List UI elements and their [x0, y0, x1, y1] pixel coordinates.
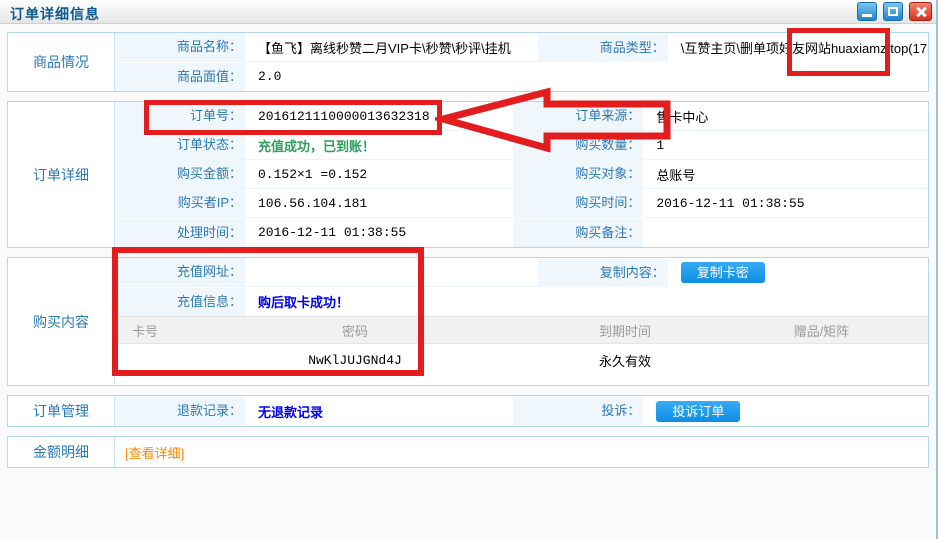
recharge-url-label: 充值网址：: [115, 258, 245, 286]
row-product-face-value: 商品面值： 2.0: [115, 62, 538, 91]
row-purchase-quantity: 购买数量： 1: [513, 131, 928, 160]
row-purchase-amount: 购买金额： 0.152×1 =0.152: [115, 160, 513, 189]
row-amount-detail: [查看详细]: [115, 437, 928, 467]
close-button[interactable]: [909, 2, 932, 21]
card-expiry-cell: 永久有效: [535, 351, 715, 370]
col-header-gift: 赠品/矩阵: [715, 321, 928, 340]
purchase-quantity-label: 购买数量：: [513, 131, 643, 159]
section-amount-detail: 金额明细 [查看详细]: [7, 436, 929, 468]
row-purchase-time: 购买时间： 2016-12-11 01:38:55: [513, 189, 928, 218]
purchase-target-label: 购买对象：: [513, 160, 643, 188]
row-purchase-remark: 购买备注：: [513, 218, 928, 247]
section-label-order: 订单详细: [8, 102, 115, 247]
product-type-label: 商品类型：: [538, 34, 668, 62]
row-copy-content: 复制内容： 复制卡密: [538, 258, 928, 287]
product-face-label: 商品面值：: [115, 63, 245, 91]
card-table-row: NwKlJUJGNd4J 永久有效: [115, 344, 928, 377]
col-header-card-number: 卡号: [115, 321, 175, 340]
order-status-value: 充值成功，已到账！: [245, 136, 375, 155]
refund-record-label: 退款记录：: [115, 397, 245, 425]
recharge-info-label: 充值信息：: [115, 288, 245, 316]
recharge-info-value: 购后取卡成功！: [245, 292, 349, 311]
product-face-value: 2.0: [245, 69, 281, 84]
section-label-purchase: 购买内容: [8, 258, 115, 385]
card-table: 卡号 密码 到期时间 赠品/矩阵 NwKlJUJGNd4J 永久有效: [115, 316, 928, 385]
card-password-cell: NwKlJUJGNd4J: [175, 353, 535, 368]
close-icon: [915, 6, 927, 18]
section-label-product: 商品情况: [8, 33, 115, 91]
section-order-manage: 订单管理 退款记录： 无退款记录 投诉： 投诉订单: [7, 395, 929, 427]
row-purchase-target: 购买对象： 总账号: [513, 160, 928, 189]
title-bar: 订单详细信息: [0, 0, 936, 24]
row-product-name: 商品名称： 【鱼飞】离线秒赞二月VIP卡\秒赞\秒评\挂机: [115, 33, 538, 62]
window-controls: [857, 2, 932, 21]
minimize-button[interactable]: [857, 2, 877, 21]
section-label-amount: 金额明细: [8, 437, 115, 467]
card-table-header: 卡号 密码 到期时间 赠品/矩阵: [115, 316, 928, 344]
row-order-number: 订单号： 2016121110000013632318: [115, 102, 513, 131]
order-number-label: 订单号：: [115, 102, 245, 130]
product-type-value: \互赞主页\删单项好友网站huaxiamz.top(17517: [668, 38, 928, 57]
row-process-time: 处理时间： 2016-12-11 01:38:55: [115, 218, 513, 247]
purchase-amount-label: 购买金额：: [115, 160, 245, 188]
product-name-value: 【鱼飞】离线秒赞二月VIP卡\秒赞\秒评\挂机: [245, 38, 511, 57]
complain-order-button[interactable]: 投诉订单: [656, 401, 740, 422]
section-product-info: 商品情况 商品名称： 【鱼飞】离线秒赞二月VIP卡\秒赞\秒评\挂机 商品面值：…: [7, 32, 929, 92]
purchase-remark-label: 购买备注：: [513, 219, 643, 247]
purchase-time-value: 2016-12-11 01:38:55: [643, 196, 804, 211]
copy-content-label: 复制内容：: [538, 259, 668, 287]
row-complaint: 投诉： 投诉订单: [513, 396, 928, 426]
purchase-target-value: 总账号: [643, 165, 695, 184]
content-area: 商品情况 商品名称： 【鱼飞】离线秒赞二月VIP卡\秒赞\秒评\挂机 商品面值：…: [0, 24, 936, 468]
row-recharge-info: 充值信息： 购后取卡成功！: [115, 287, 538, 316]
row-refund-record: 退款记录： 无退款记录: [115, 396, 513, 426]
view-detail-link[interactable]: [查看详细]: [115, 443, 184, 462]
order-number-value: 2016121110000013632318: [245, 109, 430, 124]
section-label-manage: 订单管理: [8, 396, 115, 426]
buyer-ip-label: 购买者IP：: [115, 189, 245, 217]
order-source-value: 售卡中心: [643, 107, 708, 126]
process-time-value: 2016-12-11 01:38:55: [245, 225, 406, 240]
purchase-amount-value: 0.152×1 =0.152: [245, 167, 367, 182]
row-recharge-url: 充值网址：: [115, 258, 538, 287]
col-header-expiry: 到期时间: [535, 321, 715, 340]
row-order-status: 订单状态： 充值成功，已到账！: [115, 131, 513, 160]
section-order-detail: 订单详细 订单号： 2016121110000013632318 订单状态： 充…: [7, 101, 929, 248]
refund-record-value: 无退款记录: [245, 402, 323, 421]
process-time-label: 处理时间：: [115, 219, 245, 247]
purchase-quantity-value: 1: [643, 138, 664, 153]
order-detail-dialog: 订单详细信息 商品情况 商品名称： 【鱼飞】离线秒赞二月V: [0, 0, 938, 539]
section-purchase-content: 购买内容 充值网址： 充值信息： 购后取卡成功！: [7, 257, 929, 386]
col-header-password: 密码: [175, 321, 535, 340]
page-title: 订单详细信息: [0, 0, 936, 24]
complaint-label: 投诉：: [513, 397, 643, 425]
row-product-type: 商品类型： \互赞主页\删单项好友网站huaxiamz.top(17517: [538, 33, 928, 62]
minimize-icon: [862, 14, 872, 17]
buyer-ip-value: 106.56.104.181: [245, 196, 367, 211]
product-name-label: 商品名称：: [115, 33, 245, 61]
row-buyer-ip: 购买者IP： 106.56.104.181: [115, 189, 513, 218]
maximize-button[interactable]: [883, 2, 903, 21]
purchase-time-label: 购买时间：: [513, 189, 643, 217]
maximize-icon: [888, 7, 898, 16]
row-order-source: 订单来源： 售卡中心: [513, 102, 928, 131]
copy-card-secret-button[interactable]: 复制卡密: [681, 262, 765, 283]
order-status-label: 订单状态：: [115, 131, 245, 159]
order-source-label: 订单来源：: [513, 102, 643, 130]
